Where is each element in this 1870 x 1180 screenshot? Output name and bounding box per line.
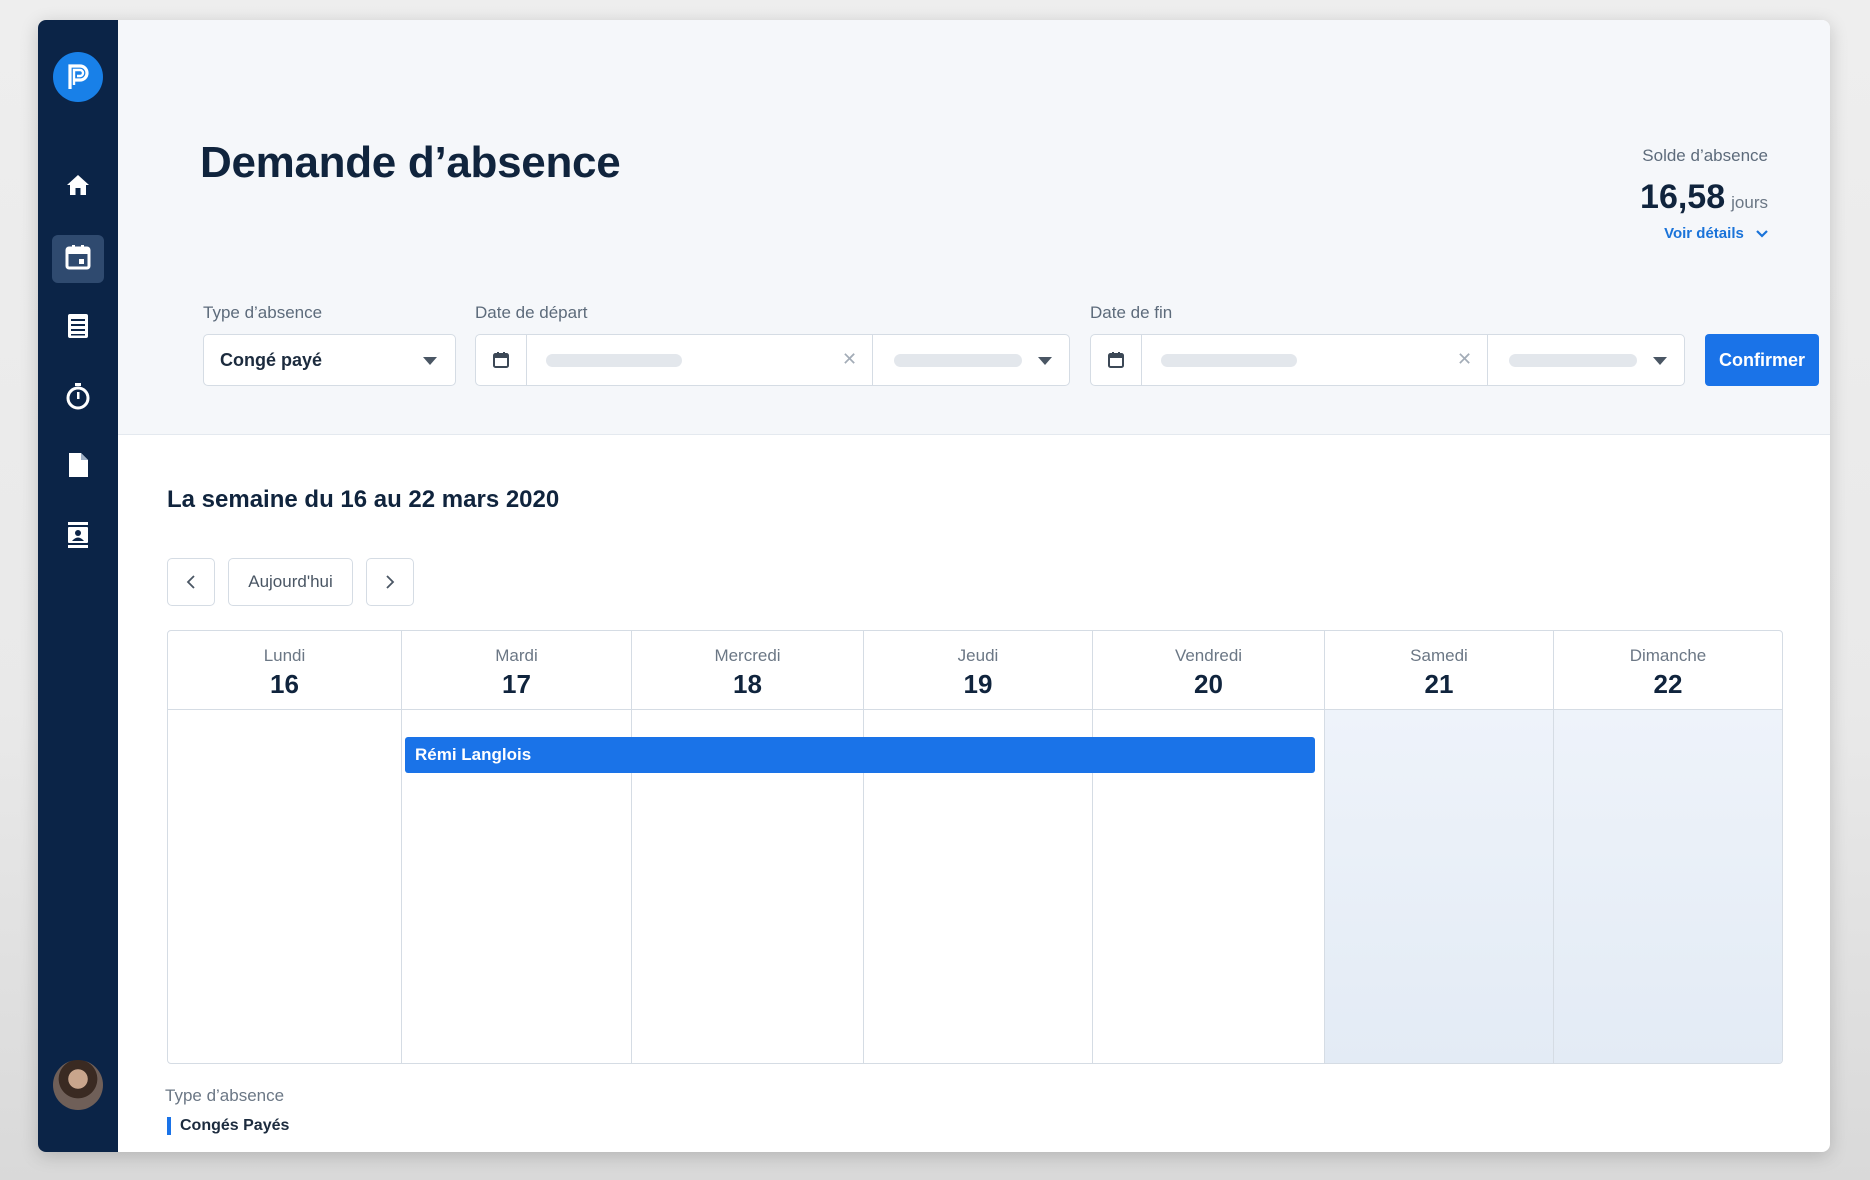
end-time-select[interactable]: [1509, 354, 1637, 367]
end-date-input[interactable]: [1161, 354, 1297, 367]
absence-type-value: Congé payé: [220, 350, 323, 370]
chevron-left-icon: [186, 575, 195, 589]
start-date-input[interactable]: [546, 354, 682, 367]
day-column-wednesday[interactable]: Mercredi 18: [631, 631, 863, 1063]
day-number: 16: [270, 669, 299, 699]
day-name: Vendredi: [1174, 646, 1243, 665]
day-name: Mercredi: [714, 646, 781, 665]
sidebar-item-calendar[interactable]: [52, 235, 104, 283]
chevron-right-icon: [386, 575, 395, 589]
day-number: 20: [1194, 669, 1223, 699]
day-name: Lundi: [263, 646, 306, 665]
sidebar-item-home[interactable]: [52, 163, 104, 211]
stopwatch-icon: [65, 382, 91, 415]
day-column-thursday[interactable]: Jeudi 19: [863, 631, 1092, 1063]
day-cell[interactable]: [1325, 709, 1553, 1063]
app-window: Demande d’absence Solde d’absence 16,58 j…: [38, 20, 1830, 1152]
sidebar-item-contacts[interactable]: [52, 513, 104, 561]
divider: [872, 335, 873, 385]
day-number: 19: [963, 669, 993, 699]
legend-title: Type d’absence: [165, 1086, 285, 1105]
chevron-down-icon: [1756, 230, 1768, 238]
absence-event[interactable]: Rémi Langlois: [405, 737, 1315, 773]
caret-down-icon[interactable]: [1038, 357, 1052, 365]
next-week-button[interactable]: [366, 558, 414, 606]
day-column-sunday[interactable]: Dimanche 22: [1553, 631, 1782, 1063]
day-column-friday[interactable]: Vendredi 20: [1092, 631, 1324, 1063]
legend-item: Congés Payés: [167, 1117, 289, 1135]
see-details-label: Voir détails: [1664, 225, 1744, 242]
day-column-tuesday[interactable]: Mardi 17: [401, 631, 631, 1063]
balance-value-row: 16,58 jours: [1640, 178, 1768, 217]
day-column-saturday[interactable]: Samedi 21: [1324, 631, 1553, 1063]
caret-down-icon: [423, 357, 437, 365]
absence-type-select[interactable]: Congé payé: [203, 334, 456, 386]
day-number: 21: [1424, 669, 1454, 699]
sidebar-item-document[interactable]: [52, 443, 104, 491]
page-title: Demande d’absence: [200, 138, 621, 187]
balance-unit: jours: [1731, 193, 1768, 212]
confirm-button[interactable]: Confirmer: [1705, 334, 1819, 386]
clear-icon[interactable]: ✕: [1457, 349, 1472, 370]
sidebar-item-timer[interactable]: [52, 374, 104, 422]
calendar-icon: [1108, 352, 1124, 368]
sidebar: [38, 20, 118, 1152]
contact-book-icon: [66, 521, 90, 554]
absence-type-label: Type d’absence: [203, 303, 323, 322]
day-column-monday[interactable]: Lundi 16: [168, 631, 401, 1063]
end-date-label: Date de fin: [1090, 303, 1173, 322]
list-icon: [66, 312, 90, 345]
day-number: 22: [1653, 669, 1683, 699]
day-cell[interactable]: [168, 709, 401, 1063]
start-date-calendar-button[interactable]: [476, 335, 527, 385]
header-divider: [168, 709, 1782, 710]
clear-icon[interactable]: ✕: [842, 349, 857, 370]
caret-down-icon[interactable]: [1653, 357, 1667, 365]
legend-color-bar: [167, 1117, 171, 1135]
sidebar-item-list[interactable]: [52, 304, 104, 352]
day-number: 17: [502, 669, 531, 699]
end-date-field[interactable]: ✕: [1090, 334, 1685, 386]
end-date-calendar-button[interactable]: [1091, 335, 1142, 385]
request-header: Demande d’absence Solde d’absence 16,58 j…: [118, 20, 1830, 435]
previous-week-button[interactable]: [167, 558, 215, 606]
legend-item-label: Congés Payés: [180, 1117, 290, 1135]
start-date-field[interactable]: ✕: [475, 334, 1070, 386]
absence-balance: Solde d’absence 16,58 jours Voir détails: [1640, 146, 1768, 242]
day-name: Dimanche: [1629, 646, 1707, 665]
day-cell[interactable]: [1554, 709, 1782, 1063]
day-name: Mardi: [495, 646, 538, 665]
calendar-icon: [493, 352, 509, 368]
day-number: 18: [733, 669, 762, 699]
see-details-link[interactable]: Voir détails: [1640, 225, 1768, 242]
day-name: Samedi: [1410, 646, 1468, 665]
divider: [1487, 335, 1488, 385]
today-button[interactable]: Aujourd'hui: [228, 558, 353, 606]
p-logo-icon[interactable]: [53, 52, 103, 102]
balance-value: 16,58: [1640, 178, 1726, 216]
home-icon: [65, 173, 91, 202]
document-icon: [67, 452, 89, 483]
day-name: Jeudi: [957, 646, 999, 665]
start-date-label: Date de départ: [475, 303, 588, 322]
calendar-icon: [64, 243, 92, 276]
user-avatar[interactable]: [53, 1060, 103, 1110]
week-calendar: Lundi 16 Mardi 17 Mercredi 18 Jeudi 19 V…: [167, 630, 1783, 1064]
week-title: La semaine du 16 au 22 mars 2020: [167, 486, 560, 513]
start-time-select[interactable]: [894, 354, 1022, 367]
balance-label: Solde d’absence: [1642, 146, 1768, 165]
today-label: Aujourd'hui: [248, 572, 333, 591]
